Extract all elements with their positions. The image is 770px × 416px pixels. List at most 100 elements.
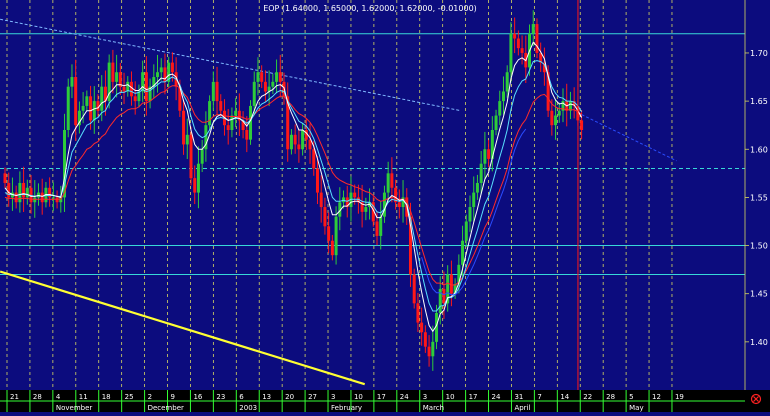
candle-body: [327, 226, 331, 241]
candle-body: [33, 197, 37, 203]
candle-body: [40, 192, 44, 203]
candle-body: [141, 72, 145, 92]
x-day-label: 6: [239, 393, 244, 401]
candle-body: [275, 72, 279, 82]
candle-body: [25, 187, 29, 198]
candle-body: [133, 96, 137, 102]
candle-body: [215, 81, 219, 102]
candle-body: [234, 110, 238, 116]
x-day-label: 13: [262, 393, 271, 401]
x-day-label: 19: [675, 393, 684, 401]
y-tick-label: 1.50: [750, 242, 768, 251]
x-day-label: 28: [33, 393, 42, 401]
candle-body: [483, 149, 487, 164]
x-month-label: May: [629, 404, 643, 412]
x-day-label: 4: [56, 393, 61, 401]
x-day-label: 9: [171, 393, 175, 401]
x-day-label: 23: [216, 393, 225, 401]
chart-title: EOP (1.64000, 1.65000, 1.62000, 1.62000,…: [263, 4, 477, 13]
candle-body: [568, 101, 572, 111]
candle-body: [122, 86, 126, 92]
y-tick-label: 1.45: [750, 290, 768, 299]
x-day-label: 27: [308, 393, 317, 401]
candle-body: [230, 115, 234, 130]
candle-body: [312, 149, 316, 169]
x-day-label: 3: [331, 393, 335, 401]
x-day-label: 18: [102, 393, 111, 401]
candle-body: [301, 130, 305, 150]
candle-body: [315, 168, 319, 193]
candle-body: [442, 288, 446, 304]
x-month-label: March: [423, 404, 444, 412]
candle-body: [412, 274, 416, 304]
candle-body: [260, 72, 264, 82]
candle-body: [271, 81, 275, 87]
candle-body: [55, 197, 59, 203]
x-day-label: 11: [79, 393, 88, 401]
candle-body: [501, 91, 505, 102]
candle-body: [509, 33, 513, 73]
x-day-label: 5: [629, 393, 633, 401]
candle-body: [163, 67, 167, 82]
candle-body: [475, 182, 479, 193]
candle-body: [144, 72, 148, 102]
candle-body: [319, 192, 323, 208]
candle-body: [423, 332, 427, 347]
candle-body: [479, 163, 483, 183]
candle-body: [92, 101, 96, 121]
candle-body: [51, 197, 55, 199]
candle-body: [7, 182, 11, 198]
candle-body: [580, 120, 584, 130]
x-month-label: December: [148, 404, 184, 412]
x-day-label: 24: [492, 393, 501, 401]
candle-body: [461, 240, 465, 265]
candle-body: [219, 101, 223, 111]
candle-body: [111, 62, 115, 82]
y-tick-label: 1.60: [750, 145, 768, 154]
x-day-label: 22: [583, 393, 592, 401]
candle-body: [245, 130, 249, 140]
candle-body: [211, 81, 215, 102]
candle-body: [289, 134, 293, 150]
x-day-label: 25: [125, 393, 134, 401]
candle-body: [85, 96, 89, 106]
candle-body: [468, 207, 472, 222]
candle-body: [193, 178, 197, 193]
candle-body: [330, 240, 334, 256]
candle-body: [334, 216, 338, 256]
candle-body: [494, 115, 498, 130]
candle-body: [431, 341, 435, 357]
candle-body: [182, 110, 186, 145]
y-tick-label: 1.40: [750, 338, 768, 347]
candle-body: [3, 173, 7, 183]
candle-body: [226, 125, 230, 130]
candle-body: [531, 24, 535, 34]
candle-body: [196, 163, 200, 193]
candle-body: [427, 346, 431, 357]
x-month-label: February: [331, 404, 362, 412]
chart-window: 21 28 4 11 18 25 2 9 16 23 6 13 20 27 3 10 17 24 3 10 17 24 31…: [0, 0, 770, 412]
candle-body: [364, 207, 368, 212]
x-day-label: 24: [400, 393, 409, 401]
candle-body: [70, 77, 74, 87]
x-day-label: 31: [514, 393, 523, 401]
y-tick-label: 1.55: [750, 193, 768, 202]
x-day-label: 10: [354, 393, 363, 401]
candle-body: [386, 173, 390, 193]
candle-body: [557, 110, 561, 116]
candle-body: [550, 110, 554, 126]
candle-body: [252, 81, 256, 106]
x-day-label: 3: [423, 393, 427, 401]
x-day-label: 17: [377, 393, 386, 401]
candle-body: [115, 72, 119, 82]
candle-body: [189, 134, 193, 179]
candle-body: [170, 62, 174, 73]
candle-body: [323, 207, 327, 227]
candle-body: [100, 86, 104, 111]
candle-body: [397, 202, 401, 208]
x-day-label: 7: [537, 393, 541, 401]
y-tick-label: 1.70: [750, 49, 768, 58]
candle-body: [498, 101, 502, 116]
candle-body: [520, 48, 524, 53]
x-day-label: 28: [606, 393, 615, 401]
